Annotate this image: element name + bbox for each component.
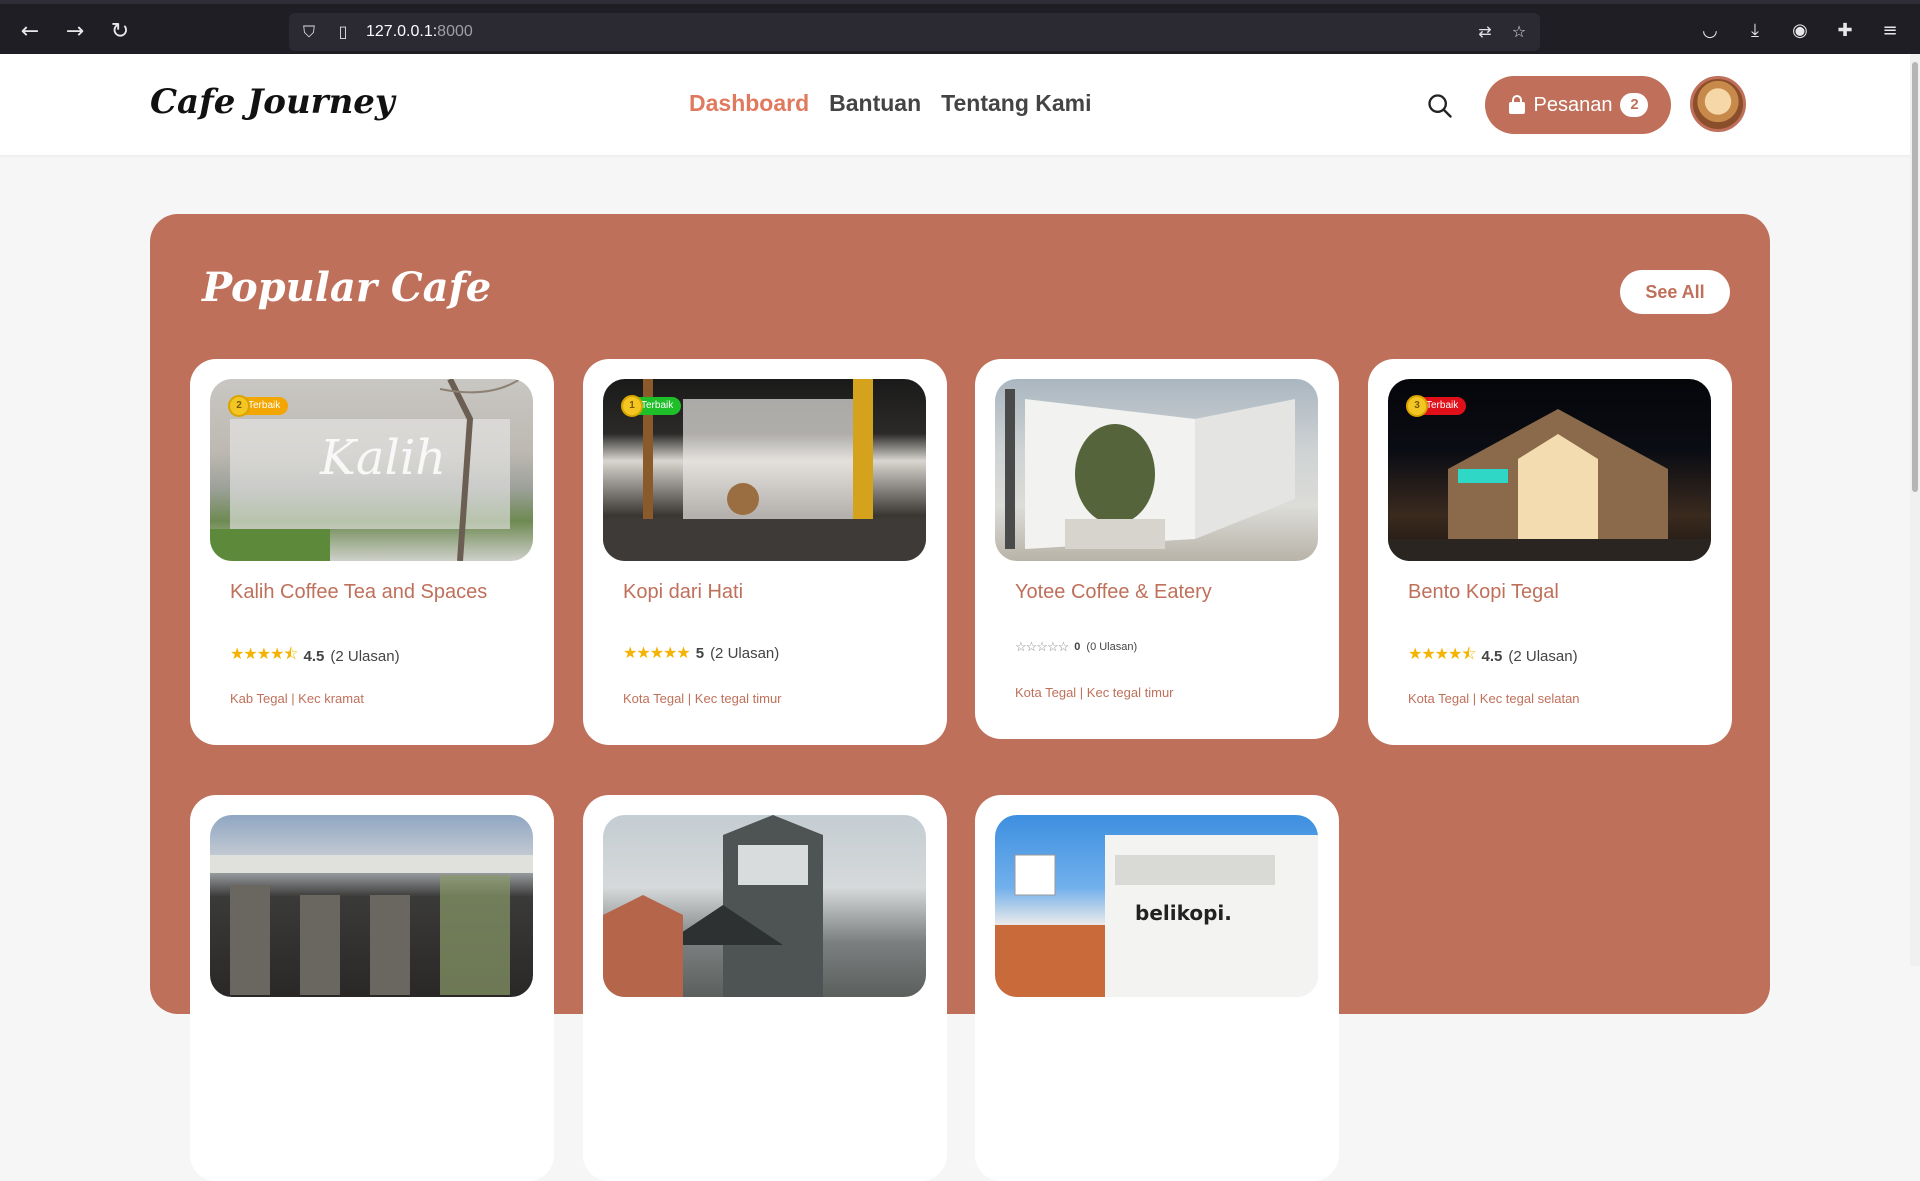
back-icon[interactable]: ← xyxy=(16,18,44,46)
bookmark-star-icon[interactable]: ☆ xyxy=(1509,22,1529,42)
browser-toolbar: ← → ↻ ⛉ ▯ 127.0.0.1:8000 ⇄ ☆ ◡ ⤓ ◉ ✚ ≡ xyxy=(0,0,1920,54)
cafe-card[interactable]: Kalih 2 Terbaik Kalih Coffee Tea and Spa… xyxy=(190,359,554,745)
cafe-photo: Kalih 2 Terbaik xyxy=(210,379,533,561)
cafe-photo-illustration xyxy=(1005,389,1295,549)
popular-cafe-panel: Popular Cafe See All Kalih 2 Terbaik Kal… xyxy=(150,214,1770,1181)
order-count-badge: 2 xyxy=(1620,93,1649,117)
rating-stars-icon: ★★★★★ xyxy=(623,645,691,662)
rating-score: 5 xyxy=(695,644,705,662)
extensions-icon[interactable]: ✚ xyxy=(1832,18,1858,44)
reload-icon[interactable]: ↻ xyxy=(106,18,134,46)
badge-label: Terbaik xyxy=(641,400,674,411)
rating-score: 0 xyxy=(1074,641,1081,653)
account-icon[interactable]: ◉ xyxy=(1787,18,1813,44)
site-logo[interactable]: Cafe Journey xyxy=(150,82,395,122)
cafe-rating: ☆☆☆☆☆ 0 (0 Ulasan) xyxy=(1015,639,1137,655)
site-header: Cafe Journey Dashboard Bantuan Tentang K… xyxy=(0,54,1920,155)
forward-icon[interactable]: → xyxy=(61,18,89,46)
cafe-card[interactable] xyxy=(190,795,554,1181)
review-count: (2 Ulasan) xyxy=(710,644,780,662)
shield-icon[interactable]: ⛉ xyxy=(299,22,319,42)
cafe-photo-illustration: belikopi. xyxy=(995,835,1318,997)
cafe-photo: 1 Terbaik xyxy=(603,379,926,561)
nav-bantuan[interactable]: Bantuan xyxy=(829,90,921,117)
cafe-rating: ★★★★⯪ 4.5 (2 Ulasan) xyxy=(1408,643,1578,670)
badge-label: Terbaik xyxy=(1426,400,1459,411)
address-bar[interactable]: ⛉ ▯ 127.0.0.1:8000 ⇄ ☆ xyxy=(289,13,1540,51)
rating-stars-icon: ★★★★⯪ xyxy=(230,646,299,663)
review-count: (0 Ulasan) xyxy=(1086,641,1138,653)
cafe-card[interactable]: belikopi. xyxy=(975,795,1339,1181)
terbaik-badge: 1 Terbaik xyxy=(621,395,682,417)
cafe-card[interactable] xyxy=(583,795,947,1181)
page-info-icon[interactable]: ▯ xyxy=(333,22,353,42)
cafe-photo xyxy=(210,815,533,997)
cafe-name[interactable]: Kopi dari Hati xyxy=(623,581,743,604)
sign-text-graphic: Kalih xyxy=(319,430,446,486)
avatar[interactable] xyxy=(1690,76,1746,132)
download-icon[interactable]: ⤓ xyxy=(1742,18,1768,44)
cafe-location: Kota Tegal | Kec tegal selatan xyxy=(1408,691,1580,706)
pesanan-button[interactable]: Pesanan 2 xyxy=(1485,76,1671,134)
nav-dashboard[interactable]: Dashboard xyxy=(689,90,809,117)
nav-tentang-kami[interactable]: Tentang Kami xyxy=(941,90,1091,117)
rating-stars-icon: ☆☆☆☆☆ xyxy=(1015,639,1069,654)
badge-label: Terbaik xyxy=(248,400,281,411)
search-icon[interactable] xyxy=(1426,92,1454,120)
rating-stars-icon: ★★★★⯪ xyxy=(1408,646,1477,663)
cafe-location: Kota Tegal | Kec tegal timur xyxy=(1015,685,1174,700)
cafe-name[interactable]: Yotee Coffee & Eatery xyxy=(1015,581,1212,604)
review-count: (2 Ulasan) xyxy=(330,648,400,665)
shop-sign-text: belikopi. xyxy=(1135,901,1232,925)
cafe-photo: belikopi. xyxy=(995,815,1318,997)
terbaik-badge: 3 Terbaik xyxy=(1406,395,1467,417)
cafe-photo: 3 Terbaik xyxy=(1388,379,1711,561)
shopping-bag-icon xyxy=(1508,95,1525,114)
cafe-name[interactable]: Bento Kopi Tegal xyxy=(1408,581,1559,604)
see-all-button[interactable]: See All xyxy=(1620,270,1730,314)
page-scrollbar[interactable] xyxy=(1910,54,1920,966)
cafe-photo-illustration xyxy=(210,855,533,995)
review-count: (2 Ulasan) xyxy=(1508,648,1578,665)
rating-score: 4.5 xyxy=(1481,648,1503,665)
cafe-photo xyxy=(995,379,1318,561)
cafe-card[interactable]: Yotee Coffee & Eatery ☆☆☆☆☆ 0 (0 Ulasan)… xyxy=(975,359,1339,739)
translate-icon[interactable]: ⇄ xyxy=(1475,22,1495,42)
pesanan-label: Pesanan xyxy=(1533,93,1613,116)
scrollbar-thumb[interactable] xyxy=(1912,62,1918,492)
cafe-photo xyxy=(603,815,926,997)
section-title: Popular Cafe xyxy=(202,264,492,311)
rating-score: 4.5 xyxy=(303,648,325,665)
cafe-rating: ★★★★★ 5 (2 Ulasan) xyxy=(623,643,779,663)
cafe-card[interactable]: 3 Terbaik Bento Kopi Tegal ★★★★⯪ 4.5 (2 … xyxy=(1368,359,1732,745)
main-nav: Dashboard Bantuan Tentang Kami xyxy=(689,90,1092,117)
cafe-rating: ★★★★⯪ 4.5 (2 Ulasan) xyxy=(230,643,400,670)
url-text: 127.0.0.1:8000 xyxy=(366,23,473,40)
medal-icon: 3 xyxy=(1406,395,1428,417)
cafe-name[interactable]: Kalih Coffee Tea and Spaces xyxy=(230,581,487,604)
cafe-location: Kota Tegal | Kec tegal timur xyxy=(623,691,782,706)
pocket-icon[interactable]: ◡ xyxy=(1697,18,1723,44)
cafe-location: Kab Tegal | Kec kramat xyxy=(230,691,364,706)
cafe-card[interactable]: 1 Terbaik Kopi dari Hati ★★★★★ 5 (2 Ulas… xyxy=(583,359,947,745)
cafe-photo-illustration xyxy=(603,815,823,997)
medal-icon: 1 xyxy=(621,395,643,417)
menu-icon[interactable]: ≡ xyxy=(1877,18,1903,44)
terbaik-badge: 2 Terbaik xyxy=(228,395,289,417)
medal-icon: 2 xyxy=(228,395,250,417)
